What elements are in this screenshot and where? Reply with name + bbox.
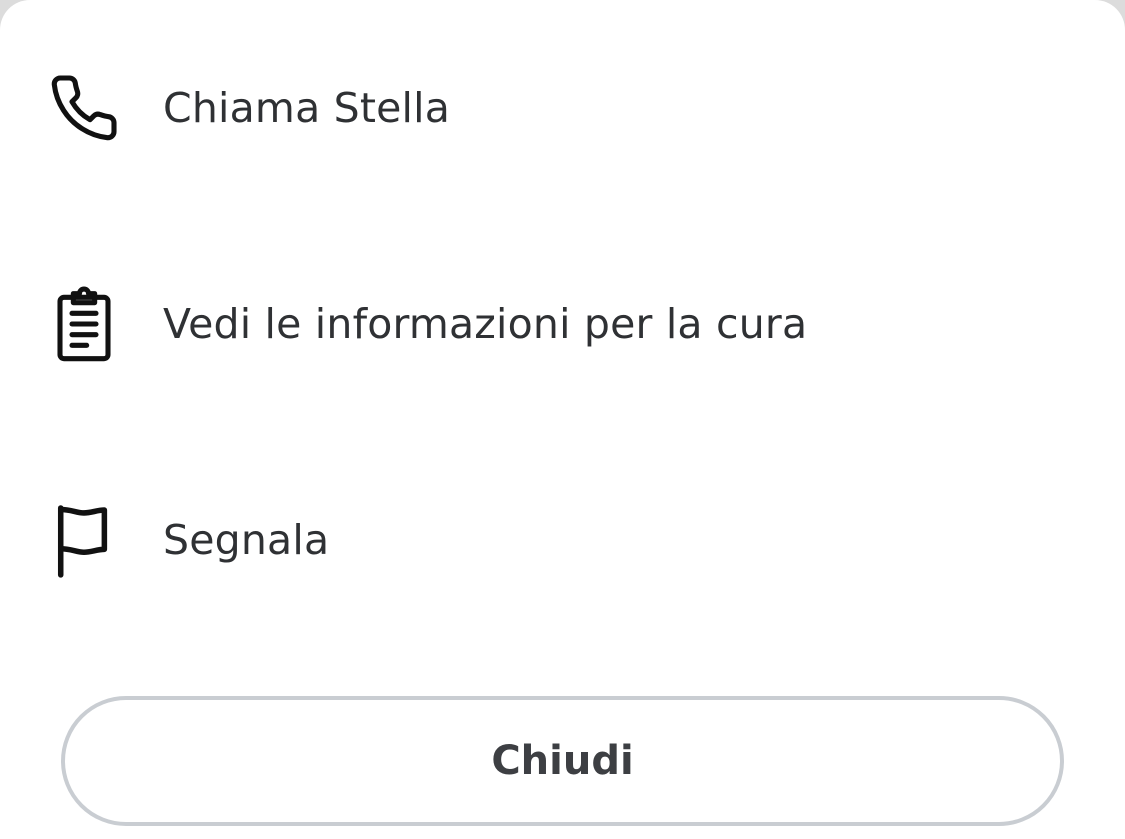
phone-icon <box>44 68 124 148</box>
flag-icon <box>44 500 124 580</box>
clipboard-icon <box>44 284 124 364</box>
close-button[interactable]: Chiudi <box>61 696 1064 826</box>
action-sheet: Chiama Stella Vedi le informazioni per l… <box>0 0 1125 839</box>
close-button-label: Chiudi <box>491 738 634 784</box>
menu-item-care-info[interactable]: Vedi le informazioni per la cura <box>0 249 1125 399</box>
menu-item-report-label: Segnala <box>163 516 330 564</box>
menu-item-care-info-label: Vedi le informazioni per la cura <box>163 300 808 348</box>
menu-item-call[interactable]: Chiama Stella <box>0 33 1125 183</box>
menu-item-report[interactable]: Segnala <box>0 465 1125 615</box>
menu-item-call-label: Chiama Stella <box>163 84 451 132</box>
